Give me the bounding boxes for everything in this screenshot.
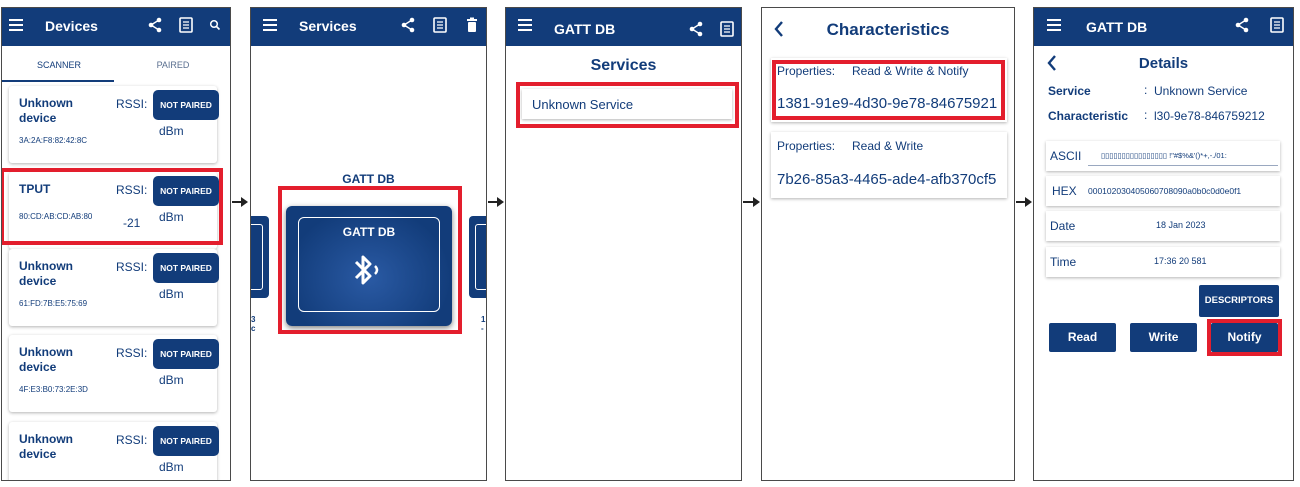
log-icon[interactable] [177,16,195,34]
tab-indicator [2,80,114,82]
flow-arrow [232,197,248,207]
not-paired-button[interactable]: NOT PAIRED [153,90,219,120]
log-icon[interactable] [1268,16,1286,34]
date-label: Date [1050,219,1076,233]
service-colon: : [1144,83,1148,97]
carousel-peek-left-text: 3c [251,315,256,333]
device-name: Unknown device [19,432,73,461]
write-button[interactable]: Write [1130,323,1197,352]
menu-icon[interactable] [518,19,532,31]
descriptors-button[interactable]: DESCRIPTORS [1199,285,1279,317]
ascii-value: ▯▯▯▯▯▯▯▯▯▯▯▯▯▯▯▯ !"#$%&'()*+,-./01: [1101,151,1227,160]
time-field[interactable]: Time 17:36 20 581 [1046,247,1280,277]
not-paired-button[interactable]: NOT PAIRED [153,339,219,369]
app-bar: Devices [2,8,230,46]
device-mac: 61:FD:7B:E5:75:69 [19,299,88,308]
highlight-box [278,186,462,334]
flow-arrow [743,197,760,207]
app-bar: GATT DB [506,8,741,46]
log-icon[interactable] [431,16,449,34]
highlight-box [516,82,739,128]
ascii-field[interactable]: ASCII ▯▯▯▯▯▯▯▯▯▯▯▯▯▯▯▯ !"#$%&'()*+,-./01… [1046,141,1280,171]
highlight-box [772,60,1005,120]
page-title: Services [299,18,357,34]
details-screen: GATT DB Details Service : Unknown Servic… [1033,7,1294,481]
share-icon[interactable] [1233,16,1251,34]
highlight-box [2,168,223,245]
highlight-box [1207,319,1282,356]
rssi-label: RSSI: [116,97,148,111]
device-name: Unknown device [19,96,73,125]
characteristic-uuid: 7b26-85a3-4465-ade4-afb370cf5 [777,171,997,188]
menu-icon[interactable] [263,19,277,31]
service-value: Unknown Service [1154,84,1248,98]
device-card[interactable]: Unknown device RSSI: NOT PAIRED dBm [9,422,219,480]
characteristic-card[interactable]: Properties: Read & Write 7b26-85a3-4465-… [771,132,1007,198]
share-icon[interactable] [687,20,705,38]
menu-icon[interactable] [9,19,23,31]
ascii-underline [1088,165,1278,166]
not-paired-button[interactable]: NOT PAIRED [153,426,219,456]
time-label: Time [1050,255,1077,269]
tab-bar: SCANNER PAIRED [2,46,230,82]
app-bar: Services [251,8,486,46]
tab-paired[interactable]: PAIRED [116,60,230,70]
details-title: Details [1138,55,1189,72]
hex-field[interactable]: HEX 000102030405060708090a0b0c0d0e0f1 [1046,176,1280,206]
device-card[interactable]: Unknown device RSSI: NOT PAIRED dBm 61:F… [9,249,219,326]
device-mac: 3A:2A:F8:82:42:8C [19,136,88,145]
page-title: Devices [45,18,98,34]
services-heading: Services [590,57,657,74]
rssi-label: RSSI: [116,260,148,274]
ascii-label: ASCII [1050,149,1082,163]
characteristic-value: l30-9e78-846759212 [1154,109,1265,123]
carousel-peek-right-text: 1- [481,315,486,333]
carousel-peek-right[interactable] [469,216,486,298]
search-icon[interactable] [208,16,222,34]
device-card[interactable]: Unknown device RSSI: NOT PAIRED dBm 4F:E… [9,335,219,412]
dbm-label: dBm [159,287,184,301]
dbm-label: dBm [159,373,184,387]
flow-arrow [1016,197,1032,207]
device-name: Unknown device [19,345,73,374]
flow-arrow [488,197,504,207]
dbm-label: dBm [159,460,184,474]
share-icon[interactable] [146,16,164,34]
read-button[interactable]: Read [1049,323,1116,352]
device-name: Unknown device [19,259,73,288]
services-screen: Services GATT DB 3c GATT DB 1- [250,7,487,481]
dbm-label: dBm [159,124,184,138]
page-title: Characteristics [826,20,950,39]
menu-icon[interactable] [1047,19,1061,31]
rssi-label: RSSI: [116,433,148,447]
page-title: GATT DB [554,21,616,37]
log-icon[interactable] [718,20,736,38]
service-label: Service [1048,84,1091,98]
hex-value: 000102030405060708090a0b0c0d0e0f1 [1088,186,1242,196]
page-title: GATT DB [1086,19,1148,35]
device-mac: 4F:E3:B0:73:2E:3D [19,385,88,394]
properties-value: Read & Write [852,139,924,153]
carousel-caption: GATT DB [342,172,395,186]
characteristic-colon: : [1144,108,1148,122]
date-value: 18 Jan 2023 [1156,220,1206,230]
tab-scanner[interactable]: SCANNER [2,60,116,70]
date-field[interactable]: Date 18 Jan 2023 [1046,211,1280,241]
rssi-label: RSSI: [116,346,148,360]
services-list-screen: GATT DB Services Unknown Service [505,7,742,481]
properties-label: Properties: [777,139,836,153]
share-icon[interactable] [399,16,417,34]
device-card[interactable]: Unknown device RSSI: NOT PAIRED dBm 3A:2… [9,86,219,163]
devices-screen: Devices SCANNER PAIRED Unknown device RS… [1,7,231,481]
hex-label: HEX [1052,184,1077,198]
trash-icon[interactable] [463,16,481,34]
not-paired-button[interactable]: NOT PAIRED [153,253,219,283]
app-bar: GATT DB [1034,8,1293,46]
characteristic-label: Characteristic [1048,109,1129,123]
carousel-peek-left[interactable] [251,216,269,298]
characteristics-screen: Characteristics Properties: Read & Write… [761,7,1015,481]
time-value: 17:36 20 581 [1154,256,1207,266]
